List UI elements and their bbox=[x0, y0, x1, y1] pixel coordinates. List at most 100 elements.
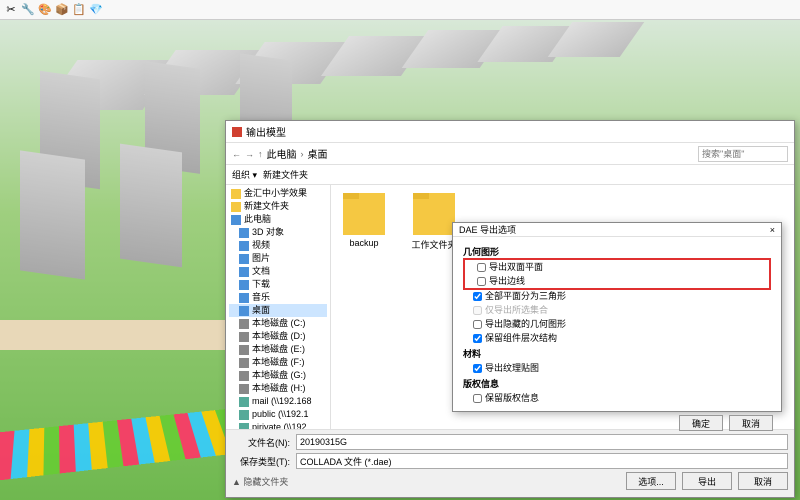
drive-icon bbox=[239, 384, 249, 394]
music-icon bbox=[239, 293, 249, 303]
folder-icon bbox=[231, 189, 241, 199]
subdialog-body: 几何图形 导出双面平面 导出边线 全部平面分为三角形 仅导出所选集合 导出隐藏的… bbox=[453, 237, 781, 411]
desktop-icon bbox=[239, 306, 249, 316]
drive-icon bbox=[239, 345, 249, 355]
folder-icon bbox=[231, 202, 241, 212]
app-icon bbox=[232, 127, 242, 137]
cancel-button[interactable]: 取消 bbox=[729, 415, 773, 431]
checkbox[interactable] bbox=[473, 394, 482, 403]
tree-item[interactable]: 本地磁盘 (D:) bbox=[229, 330, 327, 343]
tree-item[interactable]: 下载 bbox=[229, 278, 327, 291]
tree-item[interactable]: 新建文件夹 bbox=[229, 200, 327, 213]
dae-options-dialog: DAE 导出选项 × 几何图形 导出双面平面 导出边线 全部平面分为三角形 仅导… bbox=[452, 222, 782, 412]
checkbox[interactable] bbox=[477, 263, 486, 272]
breadcrumb-bar: ← → ↑ 此电脑 › 桌面 bbox=[226, 143, 794, 165]
dialog-toolbar: 组织 ▾ 新建文件夹 bbox=[226, 165, 794, 185]
group-material: 材料 bbox=[463, 347, 771, 361]
drive-icon bbox=[239, 319, 249, 329]
nav-back-icon[interactable]: ← bbox=[232, 149, 241, 159]
tree-item[interactable]: 视频 bbox=[229, 239, 327, 252]
tree-item[interactable]: 本地磁盘 (F:) bbox=[229, 356, 327, 369]
drive-icon bbox=[239, 332, 249, 342]
drive-icon bbox=[239, 358, 249, 368]
video-icon bbox=[239, 241, 249, 251]
ok-button[interactable]: 确定 bbox=[679, 415, 723, 431]
tree-item-pc[interactable]: 此电脑 bbox=[229, 213, 327, 226]
folder-item[interactable]: backup bbox=[339, 193, 389, 248]
group-geometry: 几何图形 bbox=[463, 245, 771, 259]
checkbox[interactable] bbox=[473, 320, 482, 329]
folder-tree[interactable]: 金汇中小学效果 新建文件夹 此电脑 3D 对象 视频 图片 文档 下载 音乐 桌… bbox=[226, 185, 331, 429]
organize-button[interactable]: 组织 ▾ bbox=[232, 168, 257, 181]
filename-label: 文件名(N): bbox=[232, 436, 290, 449]
dialog-title: 输出模型 bbox=[246, 124, 286, 139]
opt-selection-only: 仅导出所选集合 bbox=[463, 303, 771, 317]
pc-icon bbox=[231, 215, 241, 225]
tool-icon-1[interactable]: ✂ bbox=[4, 3, 18, 17]
filename-input[interactable] bbox=[296, 434, 788, 450]
search-input[interactable] bbox=[698, 146, 788, 162]
opt-doublesided[interactable]: 导出双面平面 bbox=[467, 260, 767, 274]
tree-item[interactable]: public (\\192.1 bbox=[229, 408, 327, 421]
nav-fwd-icon[interactable]: → bbox=[245, 149, 254, 159]
documents-icon bbox=[239, 267, 249, 277]
tool-icon-6[interactable]: 💎 bbox=[89, 3, 103, 17]
downloads-icon bbox=[239, 280, 249, 290]
dialog-footer: 文件名(N): 保存类型(T): ▲ 隐藏文件夹 选项... 导出 取消 bbox=[226, 429, 794, 497]
tree-item[interactable]: 本地磁盘 (H:) bbox=[229, 382, 327, 395]
subdialog-title: DAE 导出选项 bbox=[459, 223, 516, 236]
tree-item[interactable]: 3D 对象 bbox=[229, 226, 327, 239]
object-icon bbox=[239, 228, 249, 238]
folder-icon bbox=[343, 193, 385, 235]
subdialog-titlebar: DAE 导出选项 × bbox=[453, 223, 781, 237]
tree-item[interactable]: 图片 bbox=[229, 252, 327, 265]
folder-label: backup bbox=[339, 238, 389, 248]
main-toolbar: ✂ 🔧 🎨 📦 📋 💎 bbox=[0, 0, 800, 20]
checkbox bbox=[473, 306, 482, 315]
options-button[interactable]: 选项... bbox=[626, 472, 676, 490]
opt-hidden-geom[interactable]: 导出隐藏的几何图形 bbox=[463, 317, 771, 331]
tree-item[interactable]: pirivate (\\192. bbox=[229, 421, 327, 429]
nav-up-icon[interactable]: ↑ bbox=[258, 149, 263, 159]
group-credentials: 版权信息 bbox=[463, 377, 771, 391]
tree-item-desktop[interactable]: 桌面 bbox=[229, 304, 327, 317]
chevron-right-icon: › bbox=[301, 149, 304, 159]
checkbox[interactable] bbox=[477, 277, 486, 286]
filetype-label: 保存类型(T): bbox=[232, 455, 290, 468]
subdialog-footer: 确定 取消 bbox=[453, 411, 781, 435]
network-drive-icon bbox=[239, 410, 249, 420]
tree-item[interactable]: 金汇中小学效果 bbox=[229, 187, 327, 200]
newfolder-button[interactable]: 新建文件夹 bbox=[263, 168, 308, 181]
cancel-button[interactable]: 取消 bbox=[738, 472, 788, 490]
tool-icon-2[interactable]: 🔧 bbox=[21, 3, 35, 17]
checkbox[interactable] bbox=[473, 292, 482, 301]
tool-icon-3[interactable]: 🎨 bbox=[38, 3, 52, 17]
filetype-select[interactable] bbox=[296, 453, 788, 469]
pictures-icon bbox=[239, 254, 249, 264]
tree-item[interactable]: 本地磁盘 (E:) bbox=[229, 343, 327, 356]
crumb-desktop[interactable]: 桌面 bbox=[308, 146, 328, 161]
opt-textures[interactable]: 导出纹理贴图 bbox=[463, 361, 771, 375]
tree-item[interactable]: 本地磁盘 (C:) bbox=[229, 317, 327, 330]
checkbox[interactable] bbox=[473, 364, 482, 373]
tool-icon-5[interactable]: 📋 bbox=[72, 3, 86, 17]
highlighted-options: 导出双面平面 导出边线 bbox=[463, 258, 771, 290]
opt-triangulate[interactable]: 全部平面分为三角形 bbox=[463, 289, 771, 303]
checkbox[interactable] bbox=[473, 334, 482, 343]
drive-icon bbox=[239, 371, 249, 381]
tree-item[interactable]: 本地磁盘 (G:) bbox=[229, 369, 327, 382]
opt-credentials[interactable]: 保留版权信息 bbox=[463, 391, 771, 405]
dialog-titlebar: 输出模型 bbox=[226, 121, 794, 143]
opt-hierarchy[interactable]: 保留组件层次结构 bbox=[463, 331, 771, 345]
hide-folders-toggle[interactable]: ▲ 隐藏文件夹 bbox=[232, 475, 288, 488]
opt-edges[interactable]: 导出边线 bbox=[467, 274, 767, 288]
tree-item[interactable]: mail (\\192.168 bbox=[229, 395, 327, 408]
crumb-pc[interactable]: 此电脑 bbox=[267, 146, 297, 161]
tree-item[interactable]: 音乐 bbox=[229, 291, 327, 304]
tree-item[interactable]: 文档 bbox=[229, 265, 327, 278]
folder-icon bbox=[413, 193, 455, 235]
tool-icon-4[interactable]: 📦 bbox=[55, 3, 69, 17]
export-button[interactable]: 导出 bbox=[682, 472, 732, 490]
close-icon[interactable]: × bbox=[770, 225, 775, 235]
network-drive-icon bbox=[239, 397, 249, 407]
